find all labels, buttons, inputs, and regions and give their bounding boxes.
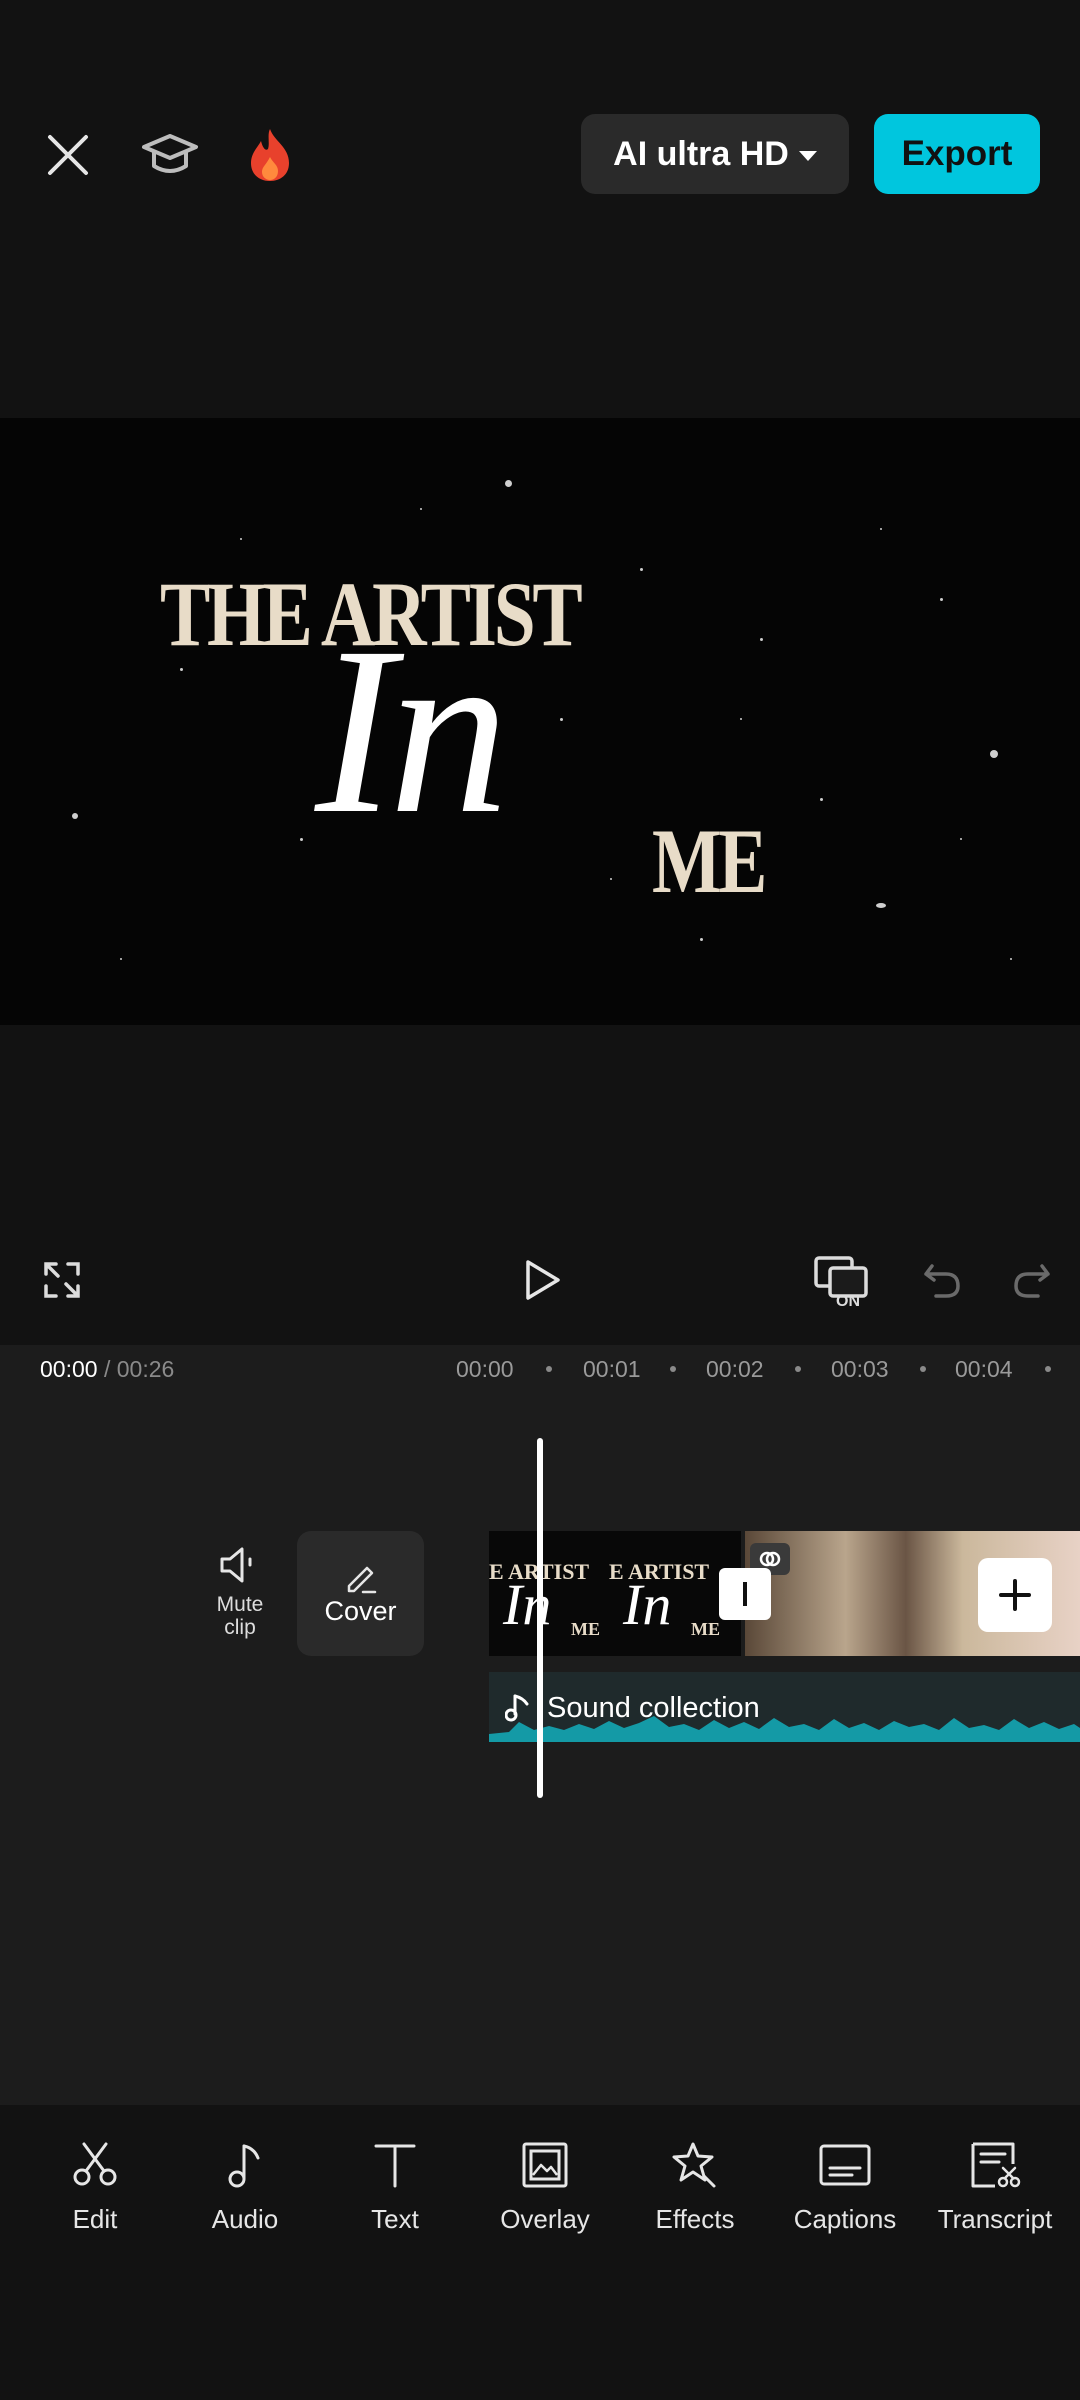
transition-button[interactable] bbox=[719, 1568, 771, 1620]
preview-title-line3: ME bbox=[652, 810, 767, 912]
fullscreen-icon[interactable] bbox=[40, 1258, 84, 1302]
ruler-dot bbox=[1045, 1366, 1051, 1372]
ruler-label: 00:01 bbox=[583, 1356, 641, 1382]
plus-icon bbox=[999, 1579, 1031, 1611]
tool-overlay[interactable]: Overlay bbox=[475, 2140, 615, 2235]
tool-label: Text bbox=[371, 2204, 419, 2234]
tool-label: Captions bbox=[793, 2204, 897, 2234]
ruler-dot bbox=[546, 1366, 552, 1372]
tool-label: Effects bbox=[655, 2204, 735, 2234]
transition-marker-icon bbox=[743, 1582, 747, 1606]
ruler-dot bbox=[920, 1366, 926, 1372]
video-clip[interactable]: E ARTIST In ME E ARTIST In ME bbox=[489, 1531, 741, 1656]
ruler-label: 00:02 bbox=[706, 1356, 764, 1382]
play-icon[interactable] bbox=[519, 1255, 565, 1305]
undo-icon[interactable] bbox=[920, 1258, 964, 1302]
quality-label: AI ultra HD bbox=[613, 134, 789, 173]
preview-title-line2: In bbox=[315, 597, 509, 863]
music-note-icon bbox=[228, 2144, 260, 2188]
cover-label: Cover bbox=[324, 1596, 397, 1626]
export-button[interactable]: Export bbox=[874, 114, 1040, 194]
ruler-dot bbox=[670, 1366, 676, 1372]
tool-label: Audio bbox=[211, 2204, 279, 2234]
total-time: 00:26 bbox=[116, 1356, 175, 1382]
video-preview[interactable] bbox=[0, 418, 1080, 1025]
tool-captions[interactable]: Captions bbox=[775, 2140, 915, 2235]
close-icon[interactable] bbox=[33, 120, 103, 190]
playhead[interactable] bbox=[537, 1438, 543, 1798]
tool-text[interactable]: Text bbox=[325, 2140, 465, 2235]
graduation-cap-icon[interactable] bbox=[135, 120, 205, 190]
preview-on-icon[interactable]: ON bbox=[812, 1254, 870, 1310]
mute-clip-label: Mute clip bbox=[216, 1593, 264, 1640]
current-time: 00:00 bbox=[40, 1356, 98, 1382]
redo-icon[interactable] bbox=[1010, 1258, 1054, 1302]
tool-transcript[interactable]: Transcript bbox=[925, 2140, 1065, 2235]
tool-label: Transcript bbox=[937, 2204, 1053, 2234]
quality-selector[interactable]: AI ultra HD bbox=[581, 114, 849, 194]
text-icon bbox=[374, 2144, 416, 2188]
tool-label: Edit bbox=[72, 2204, 118, 2234]
tool-audio[interactable]: Audio bbox=[175, 2140, 315, 2235]
scissors-icon bbox=[73, 2142, 117, 2186]
time-readout: 00:00 / 00:26 bbox=[40, 1356, 174, 1383]
captions-icon bbox=[819, 2144, 871, 2186]
top-bar: AI ultra HD Export bbox=[0, 0, 1080, 300]
add-clip-button[interactable] bbox=[978, 1558, 1052, 1632]
chevron-down-icon bbox=[798, 151, 817, 161]
time-separator: / bbox=[97, 1356, 117, 1382]
ruler-label: 00:03 bbox=[831, 1356, 889, 1382]
speaker-icon bbox=[220, 1547, 252, 1583]
tool-edit[interactable]: Edit bbox=[25, 2140, 165, 2235]
tool-effects[interactable]: Effects bbox=[625, 2140, 765, 2235]
svg-text:ON: ON bbox=[836, 1293, 860, 1310]
mute-clip-button[interactable]: Mute clip bbox=[205, 1545, 275, 1639]
music-note-icon bbox=[505, 1694, 529, 1722]
fire-icon[interactable] bbox=[235, 120, 305, 190]
cover-button[interactable]: Cover bbox=[297, 1531, 424, 1656]
edit-pencil-icon bbox=[347, 1566, 376, 1594]
ruler-dot bbox=[795, 1366, 801, 1372]
overlay-icon bbox=[522, 2142, 568, 2188]
audio-track-label: Sound collection bbox=[547, 1692, 760, 1724]
tool-label: Overlay bbox=[500, 2204, 590, 2234]
effects-icon bbox=[672, 2142, 716, 2188]
transcript-icon bbox=[971, 2142, 1021, 2188]
ruler-label: 00:00 bbox=[456, 1356, 514, 1382]
ruler-label: 00:04 bbox=[955, 1356, 1013, 1382]
